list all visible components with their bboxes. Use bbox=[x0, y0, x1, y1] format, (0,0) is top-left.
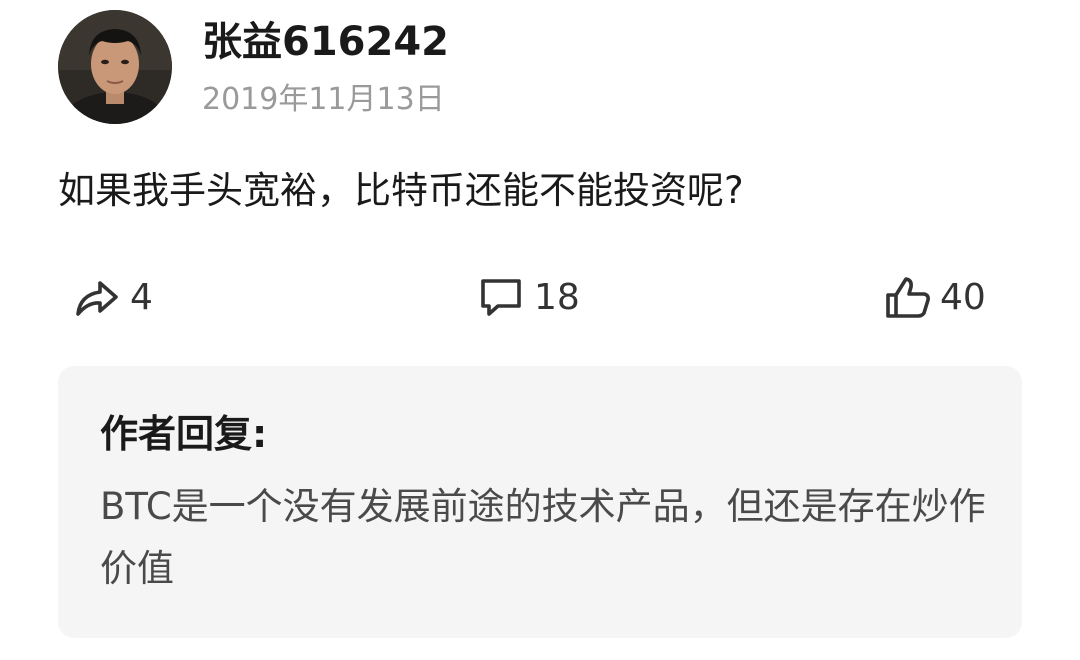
share-button[interactable]: 4 bbox=[74, 274, 153, 322]
reply-text: BTC是一个没有发展前途的技术产品，但还是存在炒作价值 bbox=[100, 485, 986, 590]
share-count: 4 bbox=[130, 277, 153, 318]
comment-card: 张益616242 2019年11月13日 如果我手头宽裕，比特币还能不能投资呢?… bbox=[0, 0, 1080, 660]
share-arrow-icon bbox=[76, 281, 118, 316]
like-count: 40 bbox=[940, 277, 986, 318]
author-name[interactable]: 张益616242 bbox=[202, 18, 449, 66]
comment-button[interactable]: 18 bbox=[478, 274, 580, 322]
person-photo-avatar-icon bbox=[58, 10, 172, 124]
comment-bubble-icon bbox=[481, 279, 521, 316]
post-date: 2019年11月13日 bbox=[202, 82, 445, 117]
reply-label: 作者回复: bbox=[100, 412, 268, 456]
avatar[interactable] bbox=[58, 10, 172, 124]
like-button[interactable]: 40 bbox=[884, 274, 986, 322]
post-text: 如果我手头宽裕，比特币还能不能投资呢? bbox=[58, 169, 744, 212]
author-reply-box: 作者回复: BTC是一个没有发展前途的技术产品，但还是存在炒作价值 bbox=[58, 366, 1022, 638]
comment-count: 18 bbox=[534, 277, 580, 318]
thumbs-up-icon bbox=[886, 277, 930, 318]
